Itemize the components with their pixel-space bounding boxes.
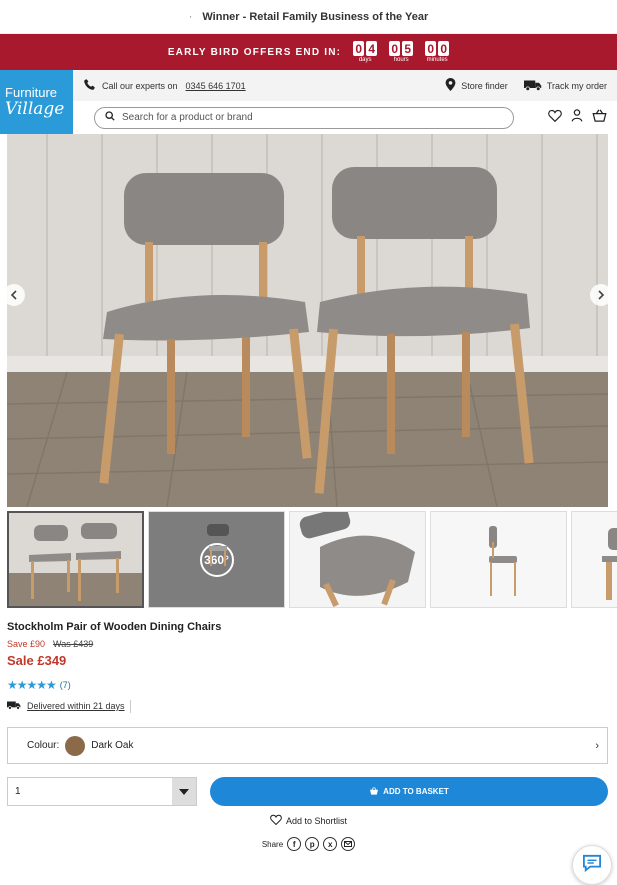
thumbnail-chairs-front[interactable] bbox=[7, 511, 144, 608]
location-pin-icon bbox=[445, 78, 456, 93]
truck-icon bbox=[7, 700, 21, 713]
basket-icon[interactable] bbox=[592, 109, 607, 127]
top-message: Winner - Retail Family Business of the Y… bbox=[202, 10, 429, 23]
star-rating-icon: ★★★★★ bbox=[7, 678, 57, 692]
colour-selector[interactable]: Colour: Dark Oak › bbox=[7, 727, 608, 764]
countdown-digit: 4 bbox=[366, 41, 378, 56]
facebook-icon[interactable]: f bbox=[287, 837, 302, 851]
countdown-hours: 0 5 hours bbox=[389, 41, 414, 63]
chevron-right-icon: › bbox=[595, 739, 599, 752]
chat-icon bbox=[581, 854, 603, 877]
product-photo bbox=[7, 134, 608, 507]
was-price: Was £439 bbox=[53, 639, 94, 649]
colour-swatch bbox=[65, 735, 86, 756]
save-amount: Save £90 bbox=[7, 639, 46, 649]
countdown-unit: hours bbox=[393, 57, 409, 63]
thumbnail-chair-back[interactable] bbox=[571, 511, 617, 608]
truck-icon bbox=[523, 79, 542, 93]
call-text: Call our experts on bbox=[102, 80, 178, 91]
site-header: Furniture Village Call our experts on 03… bbox=[0, 70, 617, 134]
heart-icon bbox=[270, 814, 282, 827]
share-label: Share bbox=[261, 839, 284, 849]
add-to-basket-button[interactable]: ADD TO BASKET bbox=[210, 777, 608, 806]
thumbnail-360-view[interactable]: 360° bbox=[148, 511, 285, 608]
store-finder-label: Store finder bbox=[461, 80, 508, 91]
store-finder-link[interactable]: Store finder bbox=[445, 78, 508, 93]
countdown-unit: days bbox=[358, 57, 372, 63]
thumbnail-chair-side[interactable] bbox=[430, 511, 567, 608]
countdown-minutes: 0 0 minutes bbox=[425, 41, 450, 63]
prev-image-button[interactable] bbox=[3, 284, 25, 306]
promo-banner[interactable]: EARLY BIRD OFFERS END IN: 0 4 days 0 5 h… bbox=[0, 34, 617, 70]
track-order-label: Track my order bbox=[546, 80, 607, 91]
sale-price: Sale £349 bbox=[7, 653, 67, 668]
pinterest-icon[interactable]: p bbox=[305, 837, 320, 851]
search-bar[interactable] bbox=[94, 106, 514, 129]
email-icon[interactable] bbox=[341, 837, 356, 851]
promo-label: EARLY BIRD OFFERS END IN: bbox=[167, 46, 342, 58]
logo-line1: Furniture bbox=[5, 85, 58, 100]
logo-line2: Village bbox=[5, 99, 65, 119]
utility-bar: Call our experts on 0345 646 1701 Store … bbox=[73, 70, 617, 101]
colour-label: Colour: bbox=[27, 740, 60, 751]
search-input[interactable] bbox=[122, 112, 482, 123]
add-to-shortlist-button[interactable]: Add to Shortlist bbox=[0, 814, 617, 827]
x-icon[interactable]: x bbox=[323, 837, 338, 851]
countdown-digit: 0 bbox=[389, 41, 401, 56]
top-message-bar: · Winner - Retail Family Business of the… bbox=[0, 0, 617, 34]
delivery-info[interactable]: Delivered within 21 days bbox=[0, 700, 131, 713]
phone-icon bbox=[83, 78, 96, 93]
countdown-unit: minutes bbox=[426, 57, 448, 63]
chevron-down-icon bbox=[172, 778, 196, 805]
site-logo[interactable]: Furniture Village bbox=[0, 70, 73, 134]
user-icon[interactable] bbox=[571, 108, 583, 127]
shortlist-label: Add to Shortlist bbox=[285, 815, 348, 826]
chat-button[interactable] bbox=[572, 845, 612, 885]
countdown-digit: 5 bbox=[402, 41, 414, 56]
basket-icon bbox=[369, 786, 379, 797]
colour-value: Dark Oak bbox=[91, 740, 134, 751]
quantity-select[interactable]: 1 bbox=[7, 777, 197, 806]
review-count[interactable]: (7) bbox=[60, 680, 71, 690]
product-main-image[interactable] bbox=[7, 134, 608, 507]
delivery-text: Delivered within 21 days bbox=[27, 701, 125, 711]
countdown-days: 0 4 days bbox=[353, 41, 378, 63]
search-icon bbox=[105, 111, 115, 124]
next-image-button[interactable] bbox=[590, 284, 612, 306]
product-info: Stockholm Pair of Wooden Dining Chairs S… bbox=[0, 621, 617, 692]
thumbnail-strip: 360° bbox=[7, 511, 617, 608]
product-title: Stockholm Pair of Wooden Dining Chairs bbox=[7, 621, 222, 633]
add-to-basket-label: ADD TO BASKET bbox=[383, 787, 449, 796]
share-row: Share f p x bbox=[0, 837, 617, 851]
heart-icon[interactable] bbox=[548, 109, 562, 127]
phone-link[interactable]: 0345 646 1701 bbox=[186, 81, 246, 91]
rating[interactable]: ★★★★★ (7) bbox=[7, 678, 610, 692]
track-order-link[interactable]: Track my order bbox=[523, 79, 607, 93]
quantity-value: 1 bbox=[15, 786, 21, 797]
thumbnail-seat-closeup[interactable] bbox=[289, 511, 426, 608]
countdown-digit: 0 bbox=[438, 41, 450, 56]
countdown-digit: 0 bbox=[353, 41, 365, 56]
countdown-digit: 0 bbox=[425, 41, 437, 56]
